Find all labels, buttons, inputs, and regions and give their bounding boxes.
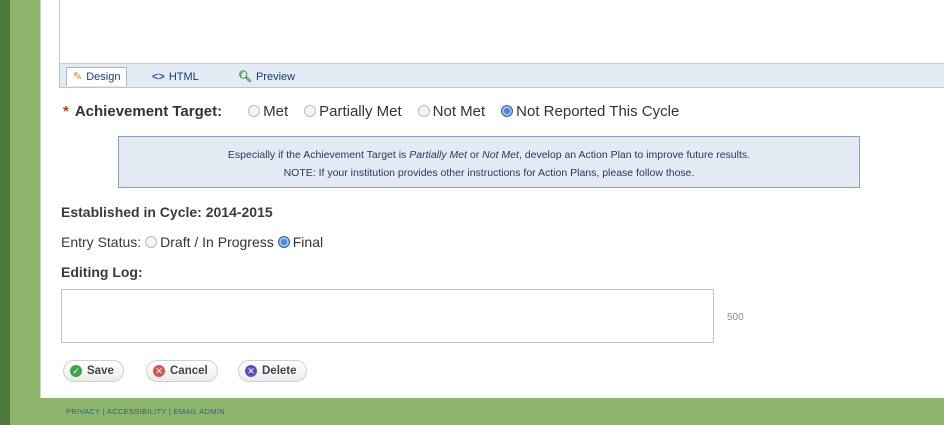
editing-log-label: Editing Log: [61, 264, 143, 280]
delete-button[interactable]: ✕ Delete [238, 360, 307, 382]
entry-status-label: Entry Status: [61, 234, 142, 250]
tab-preview[interactable]: 🔍︎ Preview [232, 67, 301, 86]
footer-links[interactable]: PRIVACY | ACCESSIBILITY | EMAIL ADMIN [66, 407, 225, 416]
notice-line-2: NOTE: If your institution provides other… [283, 167, 695, 179]
delete-icon: ✕ [245, 365, 257, 377]
achievement-target-row: * Achievement Target: Met Partially Met … [63, 100, 679, 122]
tab-design[interactable]: ✎ Design [66, 67, 128, 86]
required-asterisk: * [63, 102, 69, 120]
rich-text-editor: ✎ Design <> HTML 🔍︎ Preview [59, 0, 944, 88]
editor-text-area[interactable] [60, 0, 944, 63]
radio-final-dot[interactable] [277, 236, 290, 248]
character-counter: 500 [727, 312, 744, 323]
radio-not-met-dot[interactable] [417, 105, 430, 117]
magnifier-icon: 🔍︎ [238, 70, 252, 83]
radio-not-reported[interactable]: Not Reported This Cycle [501, 103, 679, 120]
code-icon: <> [152, 70, 165, 83]
left-frame-strip [0, 0, 10, 425]
check-icon: ✓ [70, 365, 82, 377]
editor-mode-tabs: ✎ Design <> HTML 🔍︎ Preview [60, 63, 944, 87]
pencil-icon: ✎ [73, 71, 83, 83]
action-plan-notice: Especially if the Achievement Target is … [118, 136, 860, 188]
achievement-target-label: Achievement Target: [74, 102, 223, 120]
cancel-button[interactable]: ✕ Cancel [146, 360, 218, 382]
notice-line-1: Especially if the Achievement Target is … [227, 149, 751, 161]
radio-not-reported-dot[interactable] [501, 105, 514, 117]
save-button[interactable]: ✓ Save [63, 360, 124, 382]
radio-partially-met-dot[interactable] [304, 105, 317, 117]
radio-met-dot[interactable] [248, 105, 261, 117]
entry-status-row: Entry Status: Draft / In Progress Final [61, 234, 323, 250]
tab-html[interactable]: <> HTML [146, 67, 205, 86]
editing-log-input[interactable] [61, 289, 714, 343]
radio-partially-met[interactable]: Partially Met [304, 103, 402, 120]
established-cycle: Established in Cycle: 2014-2015 [61, 204, 273, 220]
cancel-icon: ✕ [153, 365, 165, 377]
radio-draft-dot[interactable] [145, 236, 158, 248]
content-panel: ✎ Design <> HTML 🔍︎ Preview * Achievemen… [40, 0, 944, 398]
radio-met[interactable]: Met [248, 103, 288, 120]
radio-not-met[interactable]: Not Met [417, 103, 485, 120]
radio-final[interactable]: Final [277, 234, 323, 250]
radio-draft[interactable]: Draft / In Progress [145, 234, 274, 250]
